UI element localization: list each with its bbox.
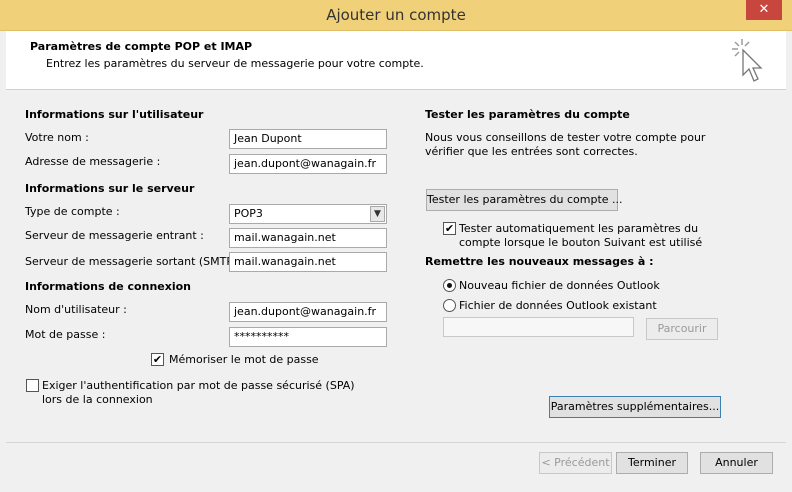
auto-test-checkbox[interactable]: ✔ (443, 222, 456, 235)
user-info-heading: Informations sur l'utilisateur (25, 108, 204, 121)
email-input[interactable]: jean.dupont@wanagain.fr (229, 154, 387, 174)
spa-label-line2: lors de la connexion (42, 393, 153, 406)
test-settings-heading: Tester les paramètres du compte (425, 108, 630, 121)
auto-test-line2: compte lorsque le bouton Suivant est uti… (459, 236, 703, 249)
incoming-server-label: Serveur de messagerie entrant : (25, 229, 204, 242)
browse-button[interactable]: Parcourir (646, 318, 718, 340)
footer-divider (6, 442, 786, 443)
title-bar: Ajouter un compte ✕ (0, 0, 792, 31)
existing-data-file-radio[interactable] (443, 299, 456, 312)
wizard-cursor-icon (732, 39, 763, 82)
delivery-heading: Remettre les nouveaux messages à : (425, 255, 654, 268)
email-label: Adresse de messagerie : (25, 155, 161, 168)
auto-test-line1: Tester automatiquement les paramètres du (459, 222, 699, 235)
existing-data-file-input[interactable] (443, 317, 634, 337)
password-input[interactable]: ********** (229, 327, 387, 347)
back-button[interactable]: < Précédent (539, 452, 612, 474)
close-button[interactable]: ✕ (746, 0, 782, 20)
existing-data-file-label: Fichier de données Outlook existant (459, 299, 657, 312)
more-settings-button[interactable]: Paramètres supplémentaires... (549, 396, 721, 418)
incoming-server-input[interactable]: mail.wanagain.net (229, 228, 387, 248)
close-icon: ✕ (758, 2, 770, 17)
outgoing-server-label: Serveur de messagerie sortant (SMTP) : (25, 255, 245, 268)
dialog-header: Paramètres de compte POP et IMAP Entrez … (6, 31, 786, 90)
username-label: Nom d'utilisateur : (25, 303, 127, 316)
login-info-heading: Informations de connexion (25, 280, 191, 293)
remember-password-label: Mémoriser le mot de passe (169, 353, 319, 366)
test-desc-line1: Nous vous conseillons de tester votre co… (425, 131, 706, 144)
test-desc-line2: vérifier que les entrées sont correctes. (425, 145, 638, 158)
chevron-down-icon[interactable]: ▼ (370, 206, 385, 222)
account-type-value: POP3 (234, 207, 263, 220)
password-label: Mot de passe : (25, 328, 106, 341)
cancel-button[interactable]: Annuler (700, 452, 773, 474)
username-input[interactable]: jean.dupont@wanagain.fr (229, 302, 387, 322)
new-data-file-label: Nouveau fichier de données Outlook (459, 279, 660, 292)
server-info-heading: Informations sur le serveur (25, 182, 195, 195)
new-data-file-radio[interactable] (443, 279, 456, 292)
header-title: Paramètres de compte POP et IMAP (30, 40, 253, 53)
spa-label-line1: Exiger l'authentification par mot de pas… (42, 379, 355, 392)
name-input[interactable]: Jean Dupont (229, 129, 387, 149)
spa-checkbox[interactable] (26, 379, 39, 392)
finish-button[interactable]: Terminer (616, 452, 688, 474)
remember-password-checkbox[interactable]: ✔ (151, 353, 164, 366)
account-type-select[interactable]: POP3 ▼ (229, 204, 387, 224)
account-type-label: Type de compte : (25, 205, 120, 218)
name-label: Votre nom : (25, 131, 89, 144)
window-title: Ajouter un compte (326, 6, 466, 24)
test-account-button[interactable]: Tester les paramètres du compte ... (426, 189, 623, 211)
header-subtitle: Entrez les paramètres du serveur de mess… (46, 57, 424, 70)
outgoing-server-input[interactable]: mail.wanagain.net (229, 252, 387, 272)
dialog-body: Paramètres de compte POP et IMAP Entrez … (6, 31, 786, 486)
